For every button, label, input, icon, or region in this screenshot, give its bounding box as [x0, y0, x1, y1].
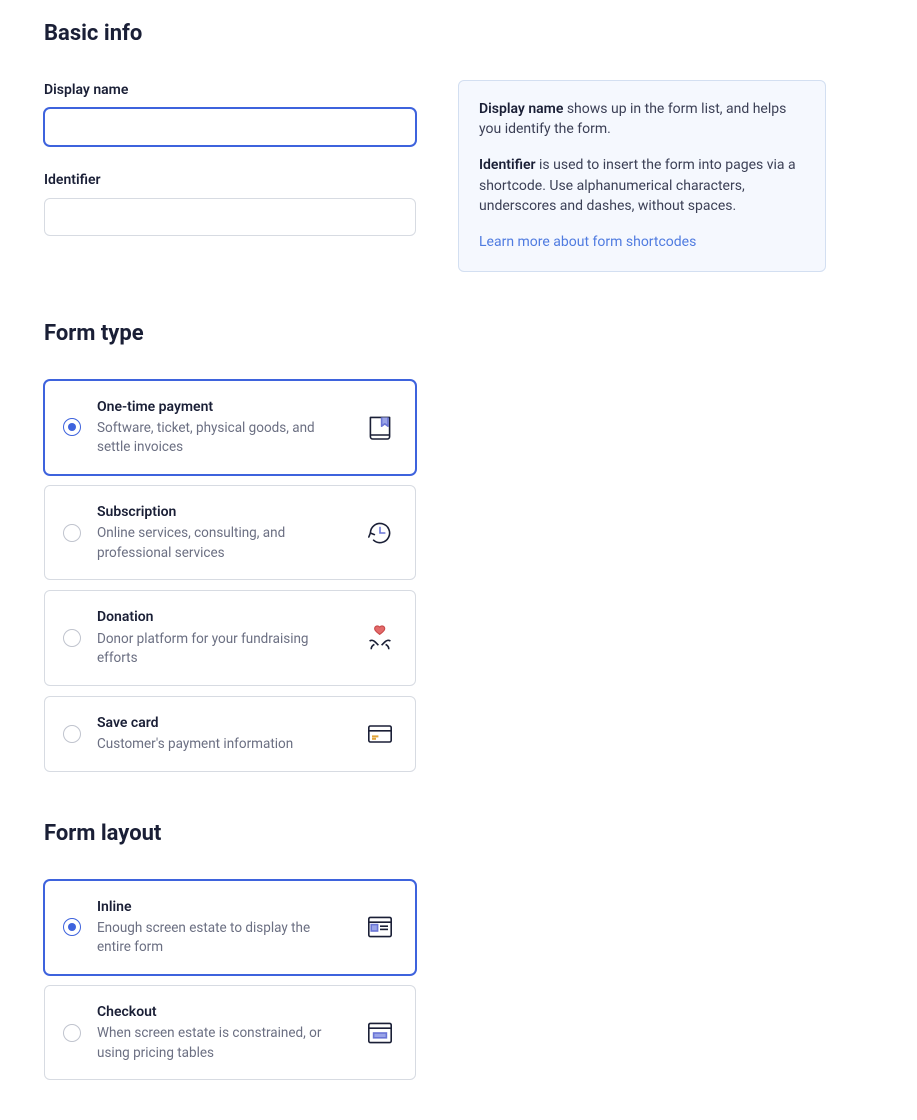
option-title: Save card [97, 713, 347, 733]
option-sub: Enough screen estate to display the enti… [97, 919, 347, 958]
option-title: Subscription [97, 502, 347, 522]
option-sub: Customer's payment information [97, 735, 347, 755]
option-title: Donation [97, 607, 347, 627]
option-sub: Online services, consulting, and profess… [97, 524, 347, 563]
option-sub: Donor platform for your fundraising effo… [97, 630, 347, 669]
option-sub: When screen estate is constrained, or us… [97, 1024, 347, 1063]
option-sub: Software, ticket, physical goods, and se… [97, 419, 347, 458]
book-bookmark-icon [363, 410, 397, 444]
display-name-input[interactable] [44, 108, 416, 146]
option-title: Inline [97, 897, 347, 917]
radio-icon [63, 725, 81, 743]
credit-card-icon [363, 717, 397, 751]
form-type-option-one-time[interactable]: One-time payment Software, ticket, physi… [44, 380, 416, 475]
radio-icon [63, 1024, 81, 1042]
help-display-name-term: Display name [479, 101, 563, 117]
radio-icon [63, 918, 81, 936]
help-identifier-term: Identifier [479, 157, 536, 173]
radio-icon [63, 418, 81, 436]
learn-more-link[interactable]: Learn more about form shortcodes [479, 234, 696, 250]
layout-checkout-icon [363, 1016, 397, 1050]
form-type-option-save-card[interactable]: Save card Customer's payment information [44, 696, 416, 772]
form-layout-option-checkout[interactable]: Checkout When screen estate is constrain… [44, 985, 416, 1080]
radio-icon [63, 524, 81, 542]
option-title: Checkout [97, 1002, 347, 1022]
history-clock-icon [363, 516, 397, 550]
help-panel: Display name shows up in the form list, … [458, 80, 826, 272]
form-layout-option-inline[interactable]: Inline Enough screen estate to display t… [44, 880, 416, 975]
form-type-option-subscription[interactable]: Subscription Online services, consulting… [44, 485, 416, 580]
identifier-label: Identifier [44, 170, 416, 190]
form-type-heading: Form type [44, 318, 873, 350]
display-name-label: Display name [44, 80, 416, 100]
basic-info-heading: Basic info [44, 18, 873, 50]
identifier-input[interactable] [44, 198, 416, 236]
form-layout-heading: Form layout [44, 818, 873, 850]
radio-icon [63, 629, 81, 647]
option-title: One-time payment [97, 397, 347, 417]
hands-heart-icon [363, 621, 397, 655]
layout-inline-icon [363, 910, 397, 944]
form-type-option-donation[interactable]: Donation Donor platform for your fundrai… [44, 590, 416, 685]
